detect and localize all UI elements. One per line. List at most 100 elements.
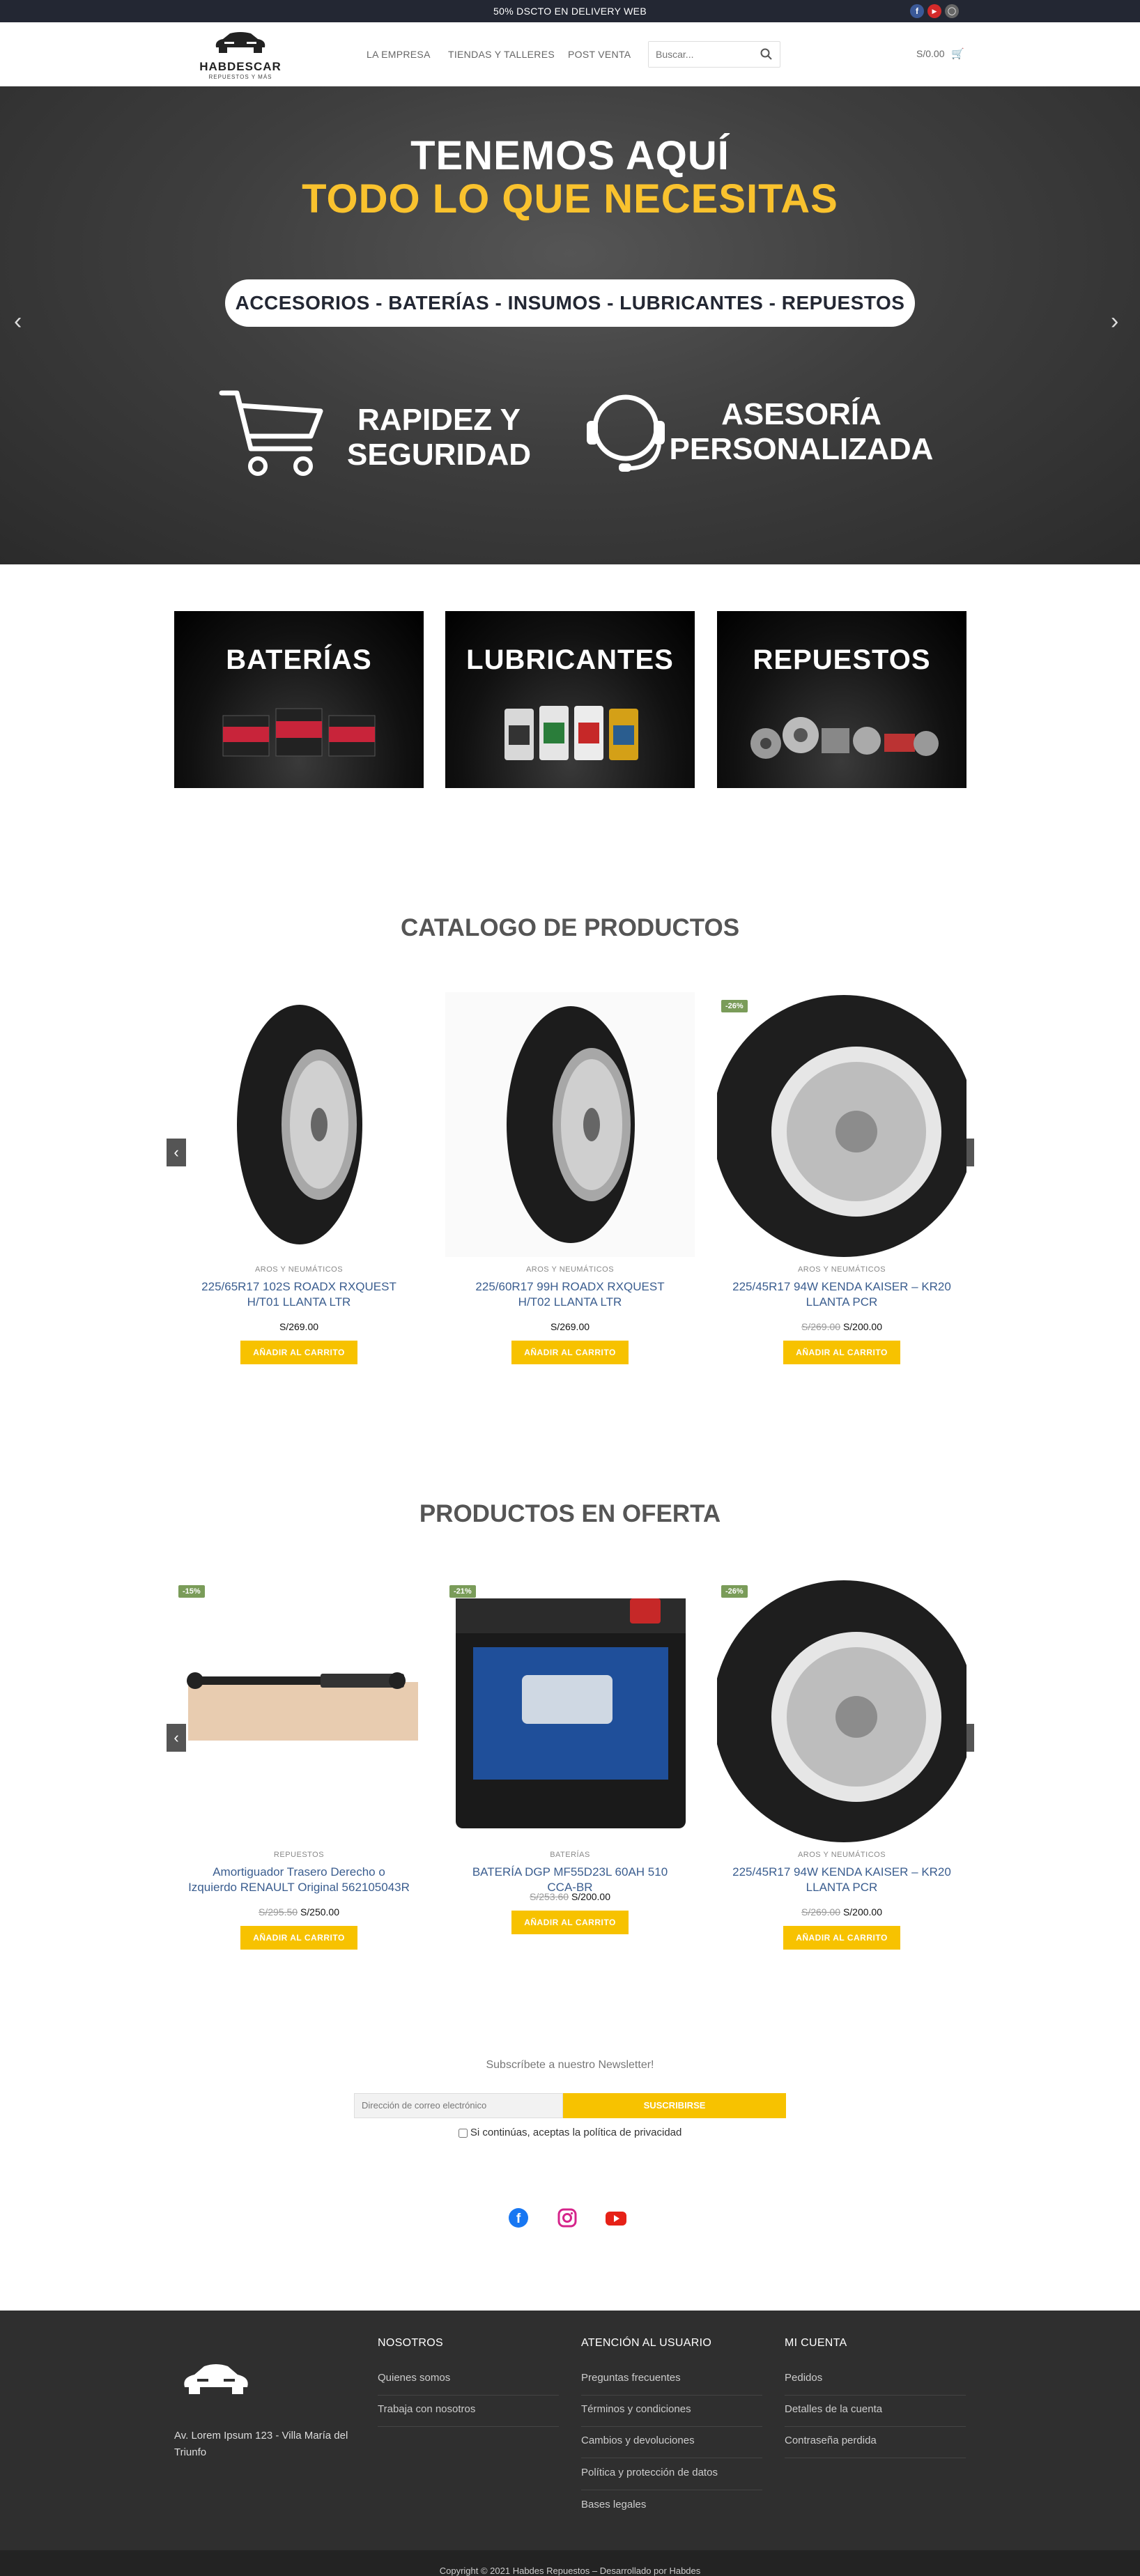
add-to-cart-button[interactable]: AÑADIR AL CARRITO (240, 1341, 357, 1364)
product-image[interactable]: -26% (717, 992, 966, 1257)
car-logo-icon (215, 32, 265, 53)
footer-link[interactable]: Bases legales (581, 2499, 762, 2522)
nav-post-venta[interactable]: POST VENTA (568, 49, 631, 60)
add-to-cart-button[interactable]: AÑADIR AL CARRITO (511, 1911, 629, 1934)
product-price: S/269.00 (445, 1321, 695, 1332)
logo-name: HABDESCAR (199, 60, 282, 73)
facebook-icon[interactable]: f (910, 4, 924, 18)
instagram-icon[interactable]: ◯ (945, 4, 959, 18)
feature-rapidez: RAPIDEZ Y SEGURIDAD (341, 403, 537, 472)
battery-image (456, 1598, 686, 1828)
product-category[interactable]: AROS Y NEUMÁTICOS (445, 1265, 695, 1274)
price-current: S/200.00 (571, 1891, 610, 1902)
product-name-link[interactable]: Amortiguador Trasero Derecho o Izquierdo… (188, 1865, 410, 1895)
slider-prev-arrow[interactable]: ‹ (14, 308, 22, 335)
hero-title-line1: TENEMOS AQUÍ (410, 133, 730, 178)
footer-link[interactable]: Pedidos (785, 2372, 966, 2396)
copyright: Copyright © 2021 Habdes Repuestos – Desa… (0, 2550, 1140, 2576)
search-input[interactable] (649, 42, 753, 67)
footer-link[interactable]: Términos y condiciones (581, 2403, 762, 2427)
product-name-link[interactable]: 225/45R17 94W KENDA KAISER – KR20 LLANTA… (731, 1865, 953, 1895)
product-category[interactable]: AROS Y NEUMÁTICOS (717, 1265, 966, 1274)
add-to-cart-button[interactable]: AÑADIR AL CARRITO (240, 1926, 357, 1950)
discount-badge: -21% (449, 1585, 476, 1598)
product-image[interactable]: -15% (174, 1578, 424, 1842)
product-image[interactable] (445, 992, 695, 1257)
price-current: S/200.00 (842, 1321, 882, 1332)
footer-address: Av. Lorem Ipsum 123 - Villa María del Tr… (174, 2430, 348, 2458)
headset-icon (587, 394, 665, 472)
add-to-cart-button[interactable]: AÑADIR AL CARRITO (783, 1341, 900, 1364)
footer-col-atencion-title: ATENCIÓN AL USUARIO (581, 2337, 712, 2349)
category-baterias[interactable]: BATERÍAS (174, 611, 424, 788)
offers-title: PRODUCTOS EN OFERTA (419, 1500, 721, 1527)
product-card: AROS Y NEUMÁTICOS 225/60R17 99H ROADX RX… (445, 992, 695, 1368)
price-current: S/200.00 (842, 1906, 882, 1918)
footer-logo-icon[interactable] (178, 2354, 254, 2403)
product-name-link[interactable]: 225/45R17 94W KENDA KAISER – KR20 LLANTA… (731, 1279, 953, 1310)
price-old: S/269.00 (801, 1321, 841, 1332)
footer-link[interactable]: Contraseña perdida (785, 2435, 966, 2458)
feature-asesoria-line1: ASESORÍA (721, 397, 881, 431)
product-name-link[interactable]: 225/65R17 102S ROADX RXQUEST H/T01 LLANT… (188, 1279, 410, 1310)
product-price: S/295.50 S/250.00 (174, 1906, 424, 1918)
tire-image (507, 1006, 635, 1243)
privacy-checkbox[interactable] (458, 2128, 468, 2138)
lubricants-image (504, 706, 638, 760)
shopping-cart-icon (219, 390, 323, 476)
logo[interactable]: HABDESCAR REPUESTOS Y MÁS (195, 26, 286, 82)
nav-tiendas-talleres[interactable]: TIENDAS Y TALLERES (448, 49, 555, 60)
hero-slider: TENEMOS AQUÍ TODO LO QUE NECESITAS ACCES… (0, 86, 1140, 564)
product-category[interactable]: AROS Y NEUMÁTICOS (174, 1265, 424, 1274)
subscribe-button[interactable]: SUSCRIBIRSE (563, 2093, 786, 2118)
footer-link[interactable]: Política y protección de datos (581, 2467, 762, 2490)
footer-link[interactable]: Preguntas frecuentes (581, 2372, 762, 2396)
feature-asesoria: ASESORÍA PERSONALIZADA (669, 397, 934, 467)
hero-title-line2: TODO LO QUE NECESITAS (302, 176, 838, 222)
catalog-title: CATALOGO DE PRODUCTOS (400, 914, 740, 941)
product-card: -15% REPUESTOS Amortiguador Trasero Dere… (174, 1578, 424, 1954)
footer-link[interactable]: Detalles de la cuenta (785, 2403, 966, 2427)
product-category[interactable]: AROS Y NEUMÁTICOS (717, 1851, 966, 1859)
product-name-link[interactable]: 225/60R17 99H ROADX RXQUEST H/T02 LLANTA… (459, 1279, 681, 1310)
instagram-icon[interactable] (557, 2207, 578, 2228)
site-footer: Av. Lorem Ipsum 123 - Villa María del Tr… (0, 2311, 1140, 2550)
product-category[interactable]: BATERÍAS (445, 1851, 695, 1859)
footer-col-nosotros-title: NOSOTROS (378, 2337, 443, 2349)
youtube-icon[interactable] (605, 2207, 627, 2228)
discount-badge: -26% (721, 1585, 748, 1598)
search-icon[interactable] (760, 48, 773, 61)
feature-asesoria-line2: PERSONALIZADA (669, 432, 934, 466)
add-to-cart-button[interactable]: AÑADIR AL CARRITO (783, 1926, 900, 1950)
category-lubricantes[interactable]: LUBRICANTES (445, 611, 695, 788)
price-old: S/253.60 (529, 1891, 569, 1902)
privacy-consent: Si continúas, aceptas la política de pri… (0, 2127, 1140, 2138)
cart-icon: 🛒 (951, 48, 965, 60)
product-price: S/269.00 S/200.00 (717, 1321, 966, 1332)
footer-col-cuenta-title: MI CUENTA (785, 2337, 847, 2349)
product-image[interactable]: -21% (445, 1578, 695, 1842)
product-card: -26% AROS Y NEUMÁTICOS 225/45R17 94W KEN… (717, 992, 966, 1368)
nav-la-empresa[interactable]: LA EMPRESA (367, 49, 431, 60)
footer-link[interactable]: Cambios y devoluciones (581, 2435, 762, 2458)
site-header: HABDESCAR REPUESTOS Y MÁS LA EMPRESA TIE… (0, 22, 1140, 86)
add-to-cart-button[interactable]: AÑADIR AL CARRITO (511, 1341, 629, 1364)
footer-link[interactable]: Trabaja con nosotros (378, 2403, 559, 2427)
footer-link[interactable]: Quienes somos (378, 2372, 559, 2396)
feature-rapidez-line1: RAPIDEZ Y (357, 403, 521, 437)
tire-image (237, 1005, 362, 1244)
youtube-icon[interactable]: ▶ (927, 4, 941, 18)
slider-next-arrow[interactable]: › (1111, 308, 1118, 335)
price-current: S/250.00 (300, 1906, 339, 1918)
product-category[interactable]: REPUESTOS (174, 1851, 424, 1859)
discount-badge: -15% (178, 1585, 205, 1598)
product-card: -21% BATERÍAS BATERÍA DGP MF55D23L 60AH … (445, 1578, 695, 1940)
newsletter-email-input[interactable]: Dirección de correo electrónico (354, 2093, 563, 2118)
facebook-icon[interactable]: f (508, 2207, 529, 2228)
promo-bar: 50% DSCTO EN DELIVERY WEB f ▶ ◯ (0, 0, 1140, 22)
product-image[interactable] (174, 992, 424, 1257)
category-repuestos[interactable]: REPUESTOS (717, 611, 966, 788)
product-price: S/269.00 S/200.00 (717, 1906, 966, 1918)
product-image[interactable]: -26% (717, 1578, 966, 1842)
cart-button[interactable]: S/0.00 🛒 (916, 47, 964, 60)
